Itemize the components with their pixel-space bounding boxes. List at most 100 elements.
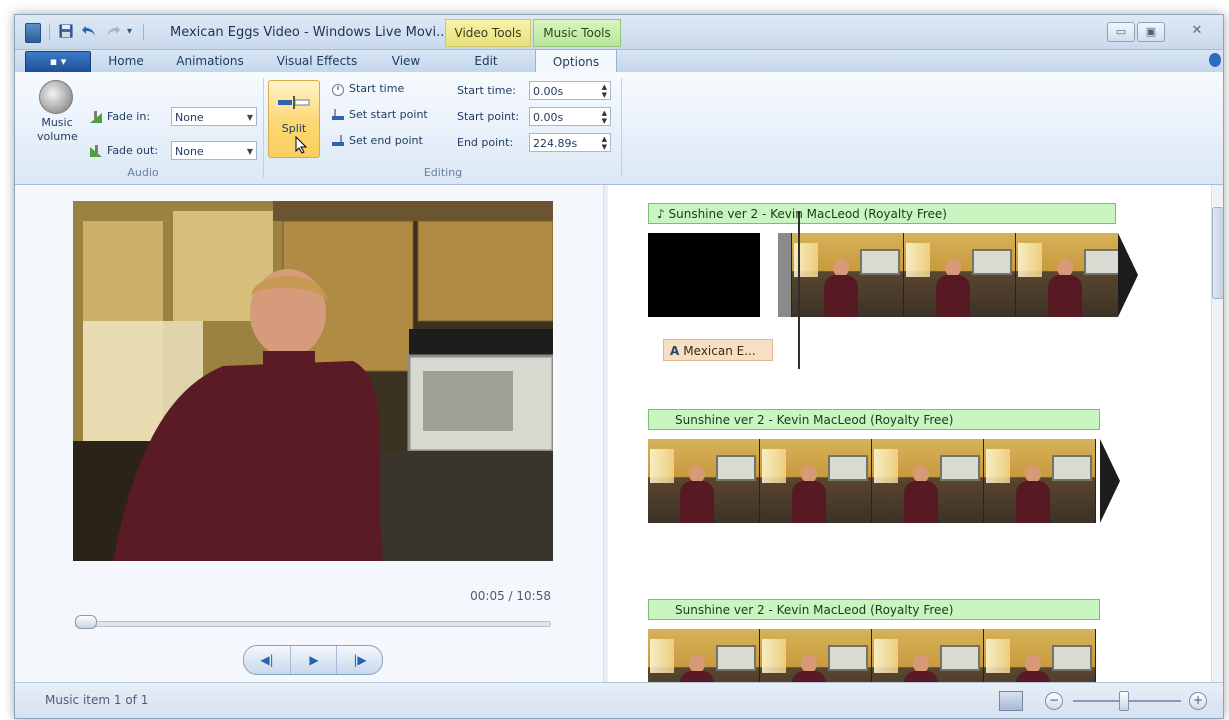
caption-item[interactable]: A Mexican E... [663, 339, 773, 361]
clip-thumbnail [648, 629, 760, 682]
set-start-point-icon [332, 109, 344, 120]
zoom-out-button[interactable]: − [1045, 692, 1063, 710]
start-time-label: Start time: [457, 84, 516, 97]
stopwatch-icon [332, 84, 344, 96]
music-volume-icon[interactable] [39, 80, 73, 114]
music-track-item[interactable]: Sunshine ver 2 - Kevin MacLeod (Royalty … [648, 599, 1100, 620]
ribbon: Music volume Fade in: None ▼ Fade out: N… [15, 72, 1223, 185]
undo-icon[interactable] [81, 24, 97, 42]
set-end-point-label: Set end point [349, 134, 423, 147]
video-clip[interactable] [648, 439, 1100, 523]
tab-animations[interactable]: Animations [165, 51, 255, 71]
maximize-button[interactable]: ▣ [1137, 22, 1165, 42]
video-clip[interactable] [648, 629, 1100, 682]
storyboard: ♪ Sunshine ver 2 - Kevin MacLeod (Royalt… [608, 185, 1211, 682]
main-area: 00:05 / 10:58 ◀| ▶ |▶ ♪ Sunshine ver 2 -… [15, 185, 1223, 682]
close-button[interactable]: ✕ [1183, 21, 1211, 41]
start-time-button[interactable]: Start time [331, 82, 404, 96]
zoom-slider-thumb[interactable] [1119, 691, 1129, 711]
text-caption-icon: A [670, 344, 680, 358]
previous-frame-button[interactable]: ◀| [244, 646, 290, 674]
redo-icon[interactable] [105, 24, 121, 42]
chevron-down-icon: ▼ [246, 113, 253, 122]
set-end-point-icon [332, 135, 344, 146]
group-label-audio: Audio [127, 166, 159, 179]
tab-edit[interactable]: Edit [451, 51, 521, 71]
fade-in-select[interactable]: None ▼ [171, 107, 257, 126]
music-volume-label[interactable]: Music volume [37, 116, 78, 144]
set-end-point-button[interactable]: Set end point [331, 134, 423, 148]
clip-thumbnail [792, 233, 904, 317]
thumbnail-size-icon[interactable] [999, 691, 1023, 711]
status-text: Music item 1 of 1 [45, 693, 149, 707]
black-title-clip[interactable] [648, 233, 760, 317]
minimize-button[interactable]: ▭ [1107, 22, 1135, 42]
window-title: Mexican Eggs Video - Windows Live Movi..… [170, 25, 449, 40]
split-icon [278, 96, 310, 109]
help-icon[interactable] [1209, 53, 1221, 67]
fade-out-label: Fade out: [107, 144, 159, 157]
playback-time: 00:05 / 10:58 [470, 589, 551, 603]
scrollbar-thumb[interactable] [1212, 207, 1223, 299]
start-time-value: 0.00s [533, 85, 564, 98]
group-divider [263, 78, 264, 178]
fade-out-value: None [175, 145, 204, 158]
end-point-input[interactable]: 224.89s ▲ ▼ [529, 133, 611, 152]
video-frame-image [73, 201, 553, 561]
fade-in-value: None [175, 111, 204, 124]
preview-pane: 00:05 / 10:58 ◀| ▶ |▶ [15, 185, 603, 682]
clip-thumbnail [984, 629, 1096, 682]
music-track-item[interactable]: ♪ Sunshine ver 2 - Kevin MacLeod (Royalt… [648, 203, 1116, 224]
tab-view[interactable]: View [381, 51, 431, 71]
app-icon[interactable] [25, 23, 41, 43]
split-label: Split [281, 122, 307, 135]
transport-controls: ◀| ▶ |▶ [243, 645, 383, 675]
start-point-input[interactable]: 0.00s ▲ ▼ [529, 107, 611, 126]
music-track-label: Sunshine ver 2 - Kevin MacLeod (Royalty … [675, 413, 954, 427]
group-divider [621, 78, 622, 178]
music-track-label: Sunshine ver 2 - Kevin MacLeod (Royalty … [668, 207, 947, 221]
video-clip[interactable] [778, 233, 1118, 317]
playhead[interactable] [798, 211, 800, 369]
clip-thumbnail [872, 629, 984, 682]
tab-visual-effects[interactable]: Visual Effects [267, 51, 367, 71]
save-icon[interactable] [59, 24, 73, 42]
status-bar: Music item 1 of 1 − + [15, 682, 1223, 718]
music-note-icon: ♪ [657, 207, 665, 221]
split-button[interactable]: Split [268, 80, 320, 158]
clip-thumbnail [872, 439, 984, 523]
context-tab-music-tools: Music Tools [533, 19, 621, 47]
context-tab-video-tools: Video Tools [445, 19, 531, 47]
clip-continues-icon [1100, 439, 1120, 523]
zoom-in-button[interactable]: + [1189, 692, 1207, 710]
title-bar: ▾ Mexican Eggs Video - Windows Live Movi… [15, 15, 1223, 50]
set-start-point-button[interactable]: Set start point [331, 108, 428, 122]
tab-home[interactable]: Home [99, 51, 153, 71]
spin-arrows-icon[interactable]: ▲ ▼ [602, 135, 607, 151]
clip-thumbnail [1016, 233, 1118, 317]
clip-thumbnail [984, 439, 1096, 523]
group-label-editing: Editing [423, 166, 463, 179]
end-point-value: 224.89s [533, 137, 578, 150]
clip-continues-icon [1118, 233, 1138, 317]
music-track-label: Sunshine ver 2 - Kevin MacLeod (Royalty … [675, 603, 954, 617]
spin-arrows-icon[interactable]: ▲ ▼ [602, 83, 607, 99]
start-point-value: 0.00s [533, 111, 564, 124]
spin-arrows-icon[interactable]: ▲ ▼ [602, 109, 607, 125]
start-time-input[interactable]: 0.00s ▲ ▼ [529, 81, 611, 100]
caption-label: Mexican E... [683, 344, 756, 358]
set-start-point-label: Set start point [349, 108, 428, 121]
tab-options[interactable]: Options [535, 49, 617, 72]
next-frame-button[interactable]: |▶ [336, 646, 383, 674]
seek-thumb[interactable] [75, 615, 97, 629]
customize-toolbar-icon[interactable]: ▾ [127, 24, 132, 40]
fade-out-select[interactable]: None ▼ [171, 141, 257, 160]
seek-bar[interactable] [75, 621, 551, 627]
chevron-down-icon: ▼ [246, 147, 253, 156]
app-menu-button[interactable]: ▪ ▾ [25, 51, 91, 73]
music-track-item[interactable]: Sunshine ver 2 - Kevin MacLeod (Royalty … [648, 409, 1100, 430]
play-button[interactable]: ▶ [290, 646, 337, 674]
clip-thumbnail [760, 439, 872, 523]
clip-thumbnail [904, 233, 1016, 317]
video-preview[interactable] [73, 201, 553, 561]
